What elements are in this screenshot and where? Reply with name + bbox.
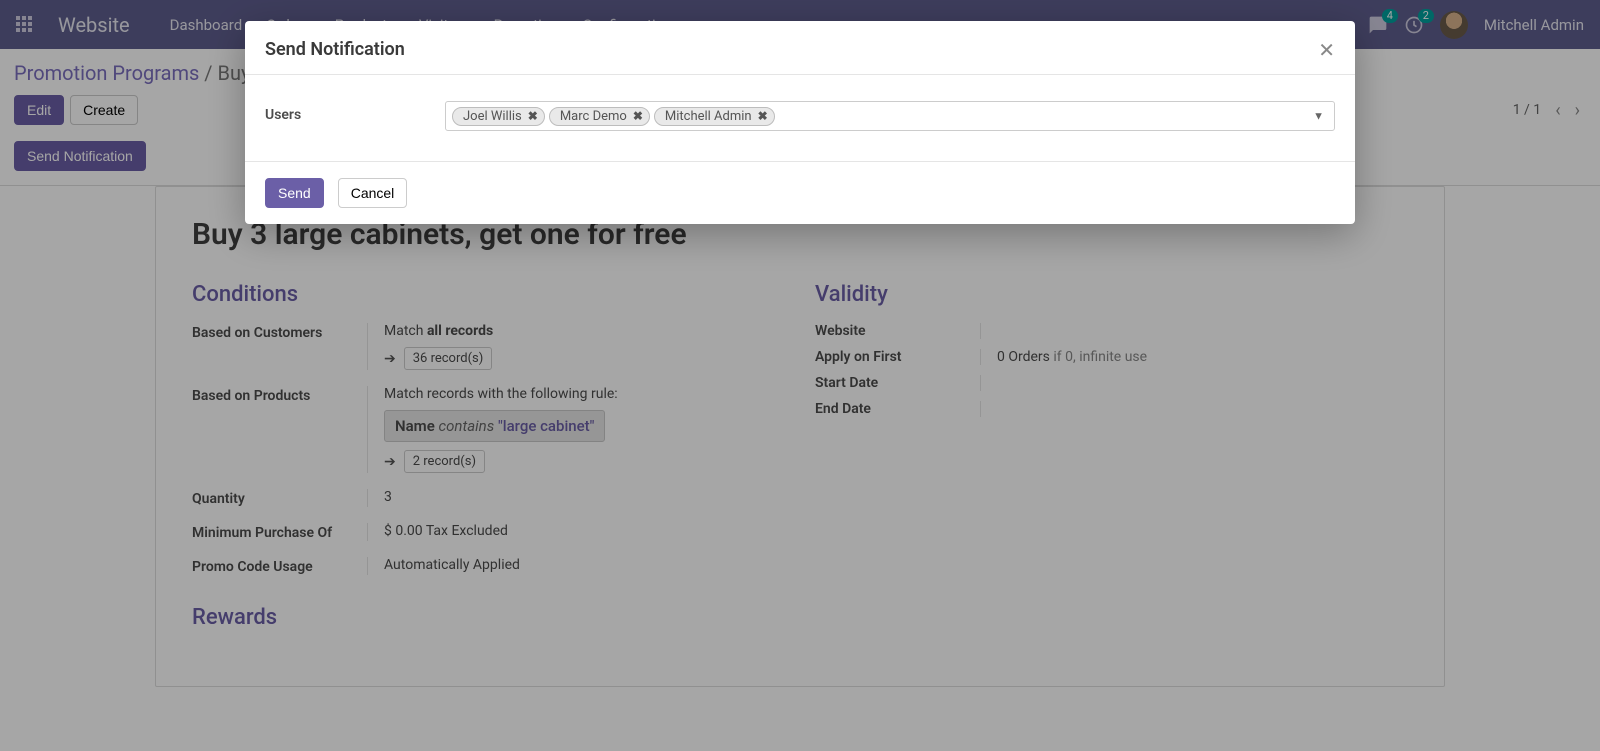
user-tag: Mitchell Admin ✖ bbox=[654, 107, 775, 126]
send-button[interactable]: Send bbox=[265, 178, 324, 208]
send-notification-modal: Send Notification ✕ Users Joel Willis ✖ … bbox=[245, 21, 1355, 224]
chevron-down-icon[interactable]: ▼ bbox=[1313, 110, 1324, 123]
users-tag-input[interactable]: Joel Willis ✖ Marc Demo ✖ Mitchell Admin… bbox=[445, 101, 1335, 131]
modal-title: Send Notification bbox=[265, 39, 405, 60]
remove-tag-icon[interactable]: ✖ bbox=[528, 109, 538, 123]
user-tag: Marc Demo ✖ bbox=[549, 107, 650, 126]
close-icon[interactable]: ✕ bbox=[1318, 40, 1335, 60]
user-tag: Joel Willis ✖ bbox=[452, 107, 545, 126]
users-label: Users bbox=[265, 101, 445, 123]
remove-tag-icon[interactable]: ✖ bbox=[758, 109, 768, 123]
remove-tag-icon[interactable]: ✖ bbox=[633, 109, 643, 123]
cancel-button[interactable]: Cancel bbox=[338, 178, 408, 208]
